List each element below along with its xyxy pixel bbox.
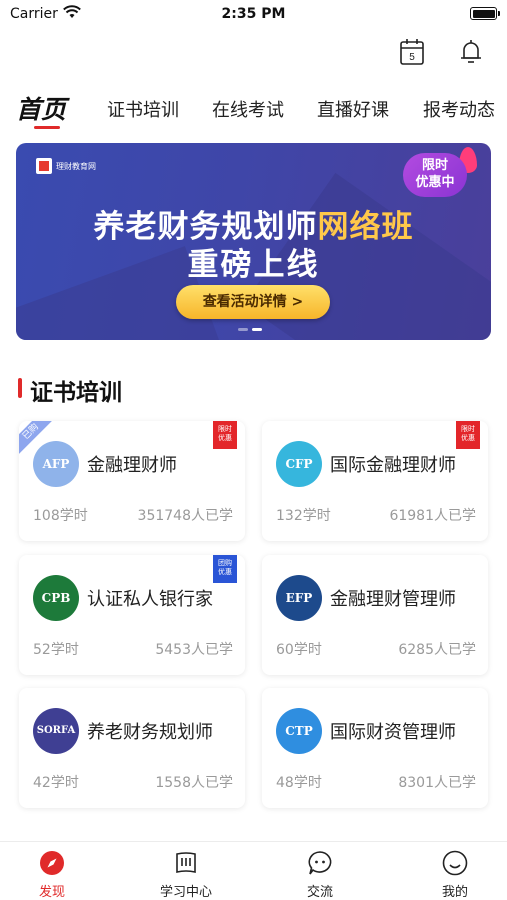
course-name: 养老财务规划师 (87, 722, 213, 743)
offer-tag-line-1: 团购 (218, 559, 232, 567)
course-hours: 108学时 (33, 508, 88, 524)
course-hours: 132学时 (276, 508, 331, 524)
course-learners: 61981人已学 (389, 508, 476, 524)
logo-text: 理财教育网 (56, 161, 96, 171)
active-tab-indicator (34, 126, 60, 129)
carousel-dots (238, 328, 262, 331)
course-badge: AFP (33, 441, 79, 487)
course-learners: 6285人已学 (398, 642, 476, 658)
course-name: 认证私人银行家 (87, 589, 213, 610)
offer-tag-line-2: 优惠 (218, 434, 232, 442)
course-card-efp[interactable]: EFP 金融理财管理师 60学时 6285人已学 (262, 555, 488, 675)
status-time: 2:35 PM (221, 6, 286, 22)
nav-label: 学习中心 (159, 885, 212, 900)
course-badge: SORFA (33, 708, 79, 754)
course-name: 国际财资管理师 (330, 722, 456, 743)
course-card-sorfa[interactable]: SORFA 养老财务规划师 42学时 1558人已学 (19, 688, 245, 808)
nav-study-center[interactable]: 学习中心 (141, 842, 231, 900)
offer-tag-line-2: 优惠 (461, 434, 475, 442)
tab-exam-news[interactable]: 报考动态 (423, 96, 495, 122)
tab-live-courses[interactable]: 直播好课 (317, 96, 389, 122)
section-title: 证书培训 (30, 380, 122, 406)
tab-online-exam[interactable]: 在线考试 (212, 96, 284, 122)
course-card-cpb[interactable]: CPB 认证私人银行家 团购 优惠 52学时 5453人已学 (19, 555, 245, 675)
limited-offer-badge: 限时 优惠中 (403, 147, 477, 199)
offer-tag: 限时 优惠 (456, 421, 480, 449)
status-bar: Carrier 2:35 PM (0, 0, 507, 30)
group-buy-tag: 团购 优惠 (213, 555, 237, 583)
offer-tag-line-1: 限时 (218, 425, 232, 433)
course-hours: 52学时 (33, 642, 79, 658)
course-name: 金融理财管理师 (330, 589, 456, 610)
chat-icon (308, 851, 332, 875)
course-name: 国际金融理财师 (330, 455, 456, 476)
carousel-dot-active (252, 328, 262, 331)
offer-tag-line-2: 优惠 (218, 568, 232, 576)
course-hours: 60学时 (276, 642, 322, 658)
course-badge: EFP (276, 575, 322, 621)
bottom-tab-bar: 发现 学习中心 交流 我的 (0, 841, 507, 900)
course-learners: 1558人已学 (155, 775, 233, 791)
compass-icon (40, 851, 64, 875)
nav-label: 发现 (38, 885, 65, 900)
smile-icon (442, 850, 468, 876)
offer-tag: 限时 优惠 (213, 421, 237, 449)
bell-icon[interactable] (458, 38, 484, 66)
nav-label: 交流 (306, 885, 333, 900)
tab-home[interactable]: 首页 (16, 90, 66, 126)
banner-logo: 理财教育网 (36, 158, 96, 174)
nav-label: 我的 (441, 885, 468, 900)
course-learners: 351748人已学 (137, 508, 233, 524)
nav-discover[interactable]: 发现 (7, 842, 97, 900)
course-badge: CPB (33, 575, 79, 621)
course-learners: 8301人已学 (398, 775, 476, 791)
section-accent (18, 378, 22, 398)
tab-certificate-training[interactable]: 证书培训 (107, 96, 179, 122)
calendar-icon[interactable]: 5 (399, 38, 425, 66)
promo-banner[interactable]: 理财教育网 限时 优惠中 养老财务规划师网络班 重磅上线 查看活动详情 > (16, 143, 491, 340)
logo-icon (36, 158, 52, 174)
book-icon (176, 852, 196, 873)
calendar-day: 5 (409, 52, 415, 63)
course-learners: 5453人已学 (155, 642, 233, 658)
course-card-afp[interactable]: 已购 AFP 金融理财师 限时 优惠 108学时 351748人已学 (19, 421, 245, 541)
banner-subtitle: 重磅上线 (187, 247, 320, 283)
battery-icon (470, 7, 500, 20)
carousel-dot (238, 328, 248, 331)
nav-community[interactable]: 交流 (275, 842, 365, 900)
course-hours: 42学时 (33, 775, 79, 791)
offer-tag-line-1: 限时 (461, 425, 475, 433)
course-card-ctp[interactable]: CTP 国际财资管理师 48学时 8301人已学 (262, 688, 488, 808)
course-card-cfp[interactable]: CFP 国际金融理财师 限时 优惠 132学时 61981人已学 (262, 421, 488, 541)
badge-line-2: 优惠中 (415, 175, 455, 190)
category-tabs: 首页 证书培训 在线考试 直播好课 报考动态 (0, 86, 507, 130)
nav-profile[interactable]: 我的 (410, 842, 500, 900)
course-hours: 48学时 (276, 775, 322, 791)
course-badge: CTP (276, 708, 322, 754)
course-badge: CFP (276, 441, 322, 487)
badge-line-1: 限时 (421, 158, 448, 173)
course-name: 金融理财师 (87, 455, 177, 476)
view-details-button[interactable]: 查看活动详情 > (176, 285, 330, 319)
